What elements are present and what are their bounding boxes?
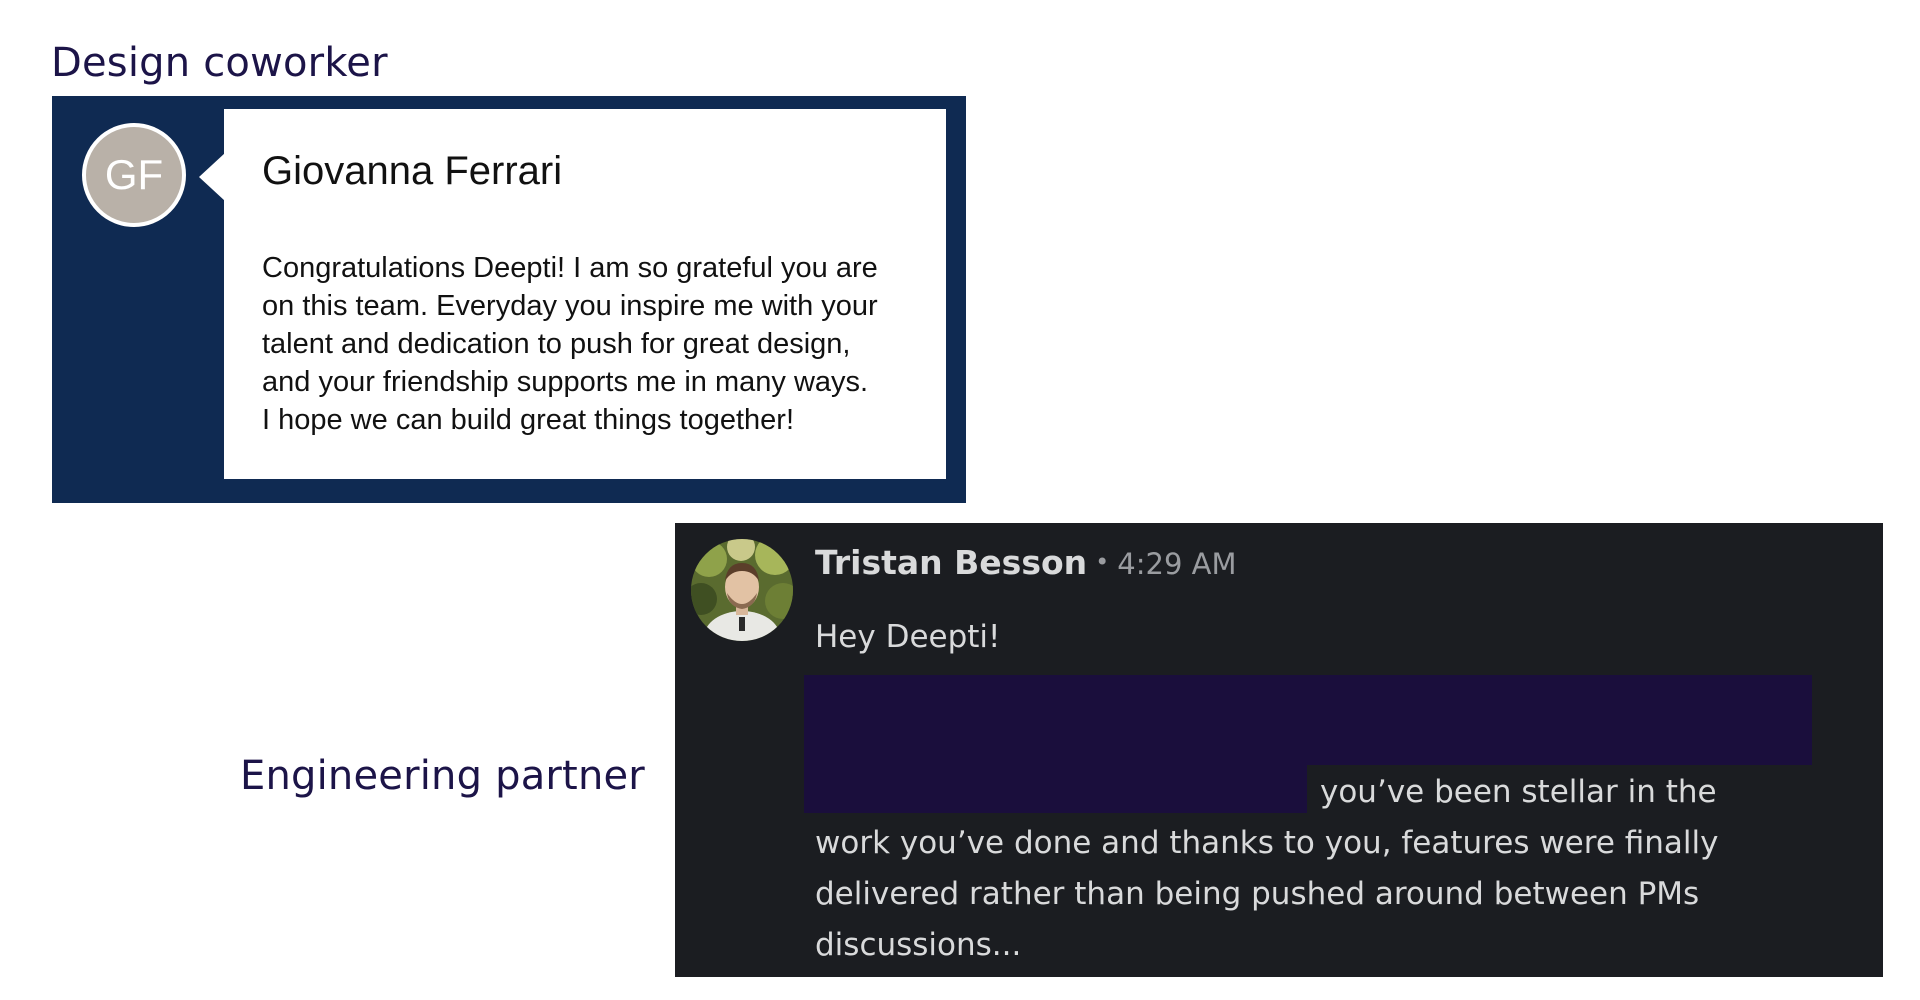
avatar-photo bbox=[691, 539, 793, 641]
avatar: GF bbox=[82, 123, 186, 227]
avatar bbox=[691, 539, 793, 641]
message-bubble: Giovanna Ferrari Congratulations Deepti!… bbox=[199, 109, 946, 479]
message-line: and your friendship supports me in many … bbox=[262, 366, 869, 398]
message-line: work you’ve done and thanks to you, feat… bbox=[815, 825, 1719, 861]
redaction-block bbox=[804, 675, 1812, 765]
message-line: delivered rather than being pushed aroun… bbox=[815, 876, 1700, 912]
redaction-block bbox=[804, 763, 1307, 813]
bubble-pointer bbox=[199, 153, 225, 201]
message-body: Congratulations Deepti! I am so grateful… bbox=[262, 249, 942, 439]
message-line: Congratulations Deepti! I am so grateful… bbox=[262, 252, 878, 284]
engineering-partner-heading: Engineering partner bbox=[240, 753, 645, 799]
message-line: I hope we can build great things togethe… bbox=[262, 404, 795, 436]
message-header: Tristan Besson • 4:29 AM bbox=[815, 543, 1236, 582]
testimonials-page: Design coworker GF Giovanna Ferrari Cong… bbox=[0, 0, 1920, 1000]
message-line: discussions... bbox=[815, 927, 1022, 963]
message-line: talent and dedication to push for great … bbox=[262, 328, 851, 360]
engineering-partner-card: Tristan Besson • 4:29 AM Hey Deepti! you’v… bbox=[675, 523, 1883, 977]
author-name[interactable]: Tristan Besson bbox=[815, 543, 1087, 582]
design-coworker-heading: Design coworker bbox=[51, 40, 388, 86]
header-separator: • bbox=[1095, 548, 1110, 576]
message-greeting: Hey Deepti! bbox=[815, 619, 1001, 655]
message-line: on this team. Everyday you inspire me wi… bbox=[262, 290, 878, 322]
message-timestamp[interactable]: 4:29 AM bbox=[1117, 547, 1236, 581]
design-coworker-card: GF Giovanna Ferrari Congratulations Deep… bbox=[52, 96, 966, 503]
author-name: Giovanna Ferrari bbox=[262, 149, 563, 193]
avatar-initials: GF bbox=[104, 151, 164, 198]
